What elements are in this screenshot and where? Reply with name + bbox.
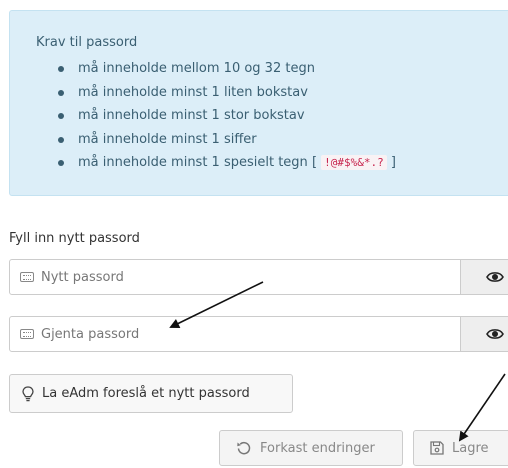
requirement-text: må inneholde minst 1 liten bokstav: [78, 84, 308, 100]
discard-changes-button[interactable]: Forkast endringer: [219, 430, 403, 466]
list-item: må inneholde minst 1 stor bokstav: [54, 104, 396, 128]
lightbulb-icon: [22, 385, 34, 401]
list-item: må inneholde minst 1 spesielt tegn [ !@#…: [54, 151, 396, 175]
floppy-disk-icon: [430, 441, 444, 455]
special-chars-code: !@#$%&*.?: [321, 155, 387, 170]
suggest-password-label: La eAdm foreslå et nytt passord: [42, 386, 250, 401]
save-button[interactable]: Lagre: [413, 430, 508, 466]
requirements-list: må inneholde mellom 10 og 32 tegn må inn…: [54, 57, 396, 175]
new-password-label: Fyll inn nytt passord: [9, 231, 140, 246]
bullet-icon: [58, 66, 64, 72]
requirement-text: må inneholde minst 1 siffer: [78, 131, 257, 147]
bullet-icon: [58, 136, 64, 143]
discard-changes-label: Forkast endringer: [260, 440, 375, 456]
repeat-password-group: [9, 316, 508, 352]
eye-icon: [486, 329, 504, 339]
show-repeat-password-toggle[interactable]: [460, 317, 508, 351]
bracket-open: [: [311, 155, 318, 170]
list-item: må inneholde mellom 10 og 32 tegn: [54, 57, 396, 81]
bracket-close: ]: [390, 155, 396, 170]
save-label: Lagre: [452, 440, 489, 456]
new-password-input[interactable]: [10, 260, 460, 294]
show-password-toggle[interactable]: [460, 260, 508, 294]
suggest-password-button[interactable]: La eAdm foreslå et nytt passord: [9, 374, 293, 413]
eye-icon: [486, 272, 504, 282]
requirement-text: må inneholde mellom 10 og 32 tegn: [78, 61, 315, 76]
bullet-icon: [58, 160, 64, 166]
list-item: må inneholde minst 1 siffer: [54, 128, 396, 152]
list-item: må inneholde minst 1 liten bokstav: [54, 81, 396, 105]
requirements-title: Krav til passord: [36, 35, 138, 50]
bullet-icon: [58, 89, 64, 96]
repeat-password-input[interactable]: [10, 317, 460, 351]
requirement-text: må inneholde minst 1 stor bokstav: [78, 108, 305, 123]
undo-icon: [237, 441, 251, 455]
new-password-group: [9, 259, 508, 295]
bullet-icon: [58, 113, 64, 119]
requirement-text: må inneholde minst 1 spesielt tegn: [78, 155, 308, 170]
